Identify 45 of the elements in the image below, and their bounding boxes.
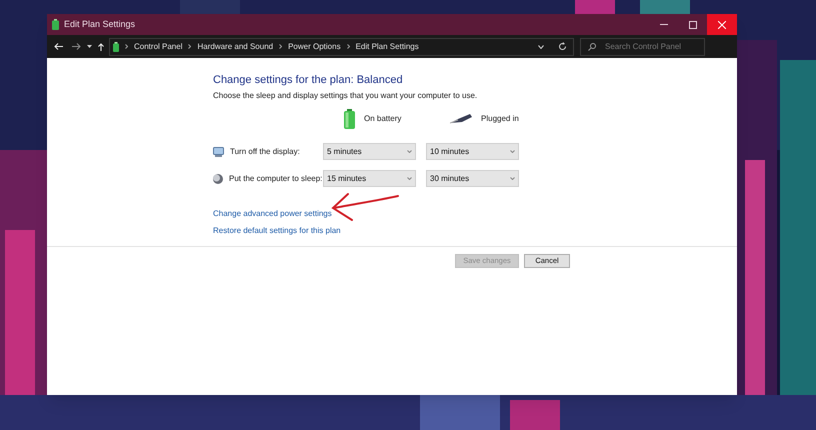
description: Choose the sleep and display settings that you want your computer to use. <box>213 91 478 101</box>
chevron-right-icon <box>346 44 350 49</box>
search-field[interactable]: Search Control Panel <box>580 38 705 56</box>
forward-icon[interactable] <box>72 43 81 50</box>
chevron-right-icon <box>125 44 128 49</box>
setting-label: Turn off the display: <box>230 146 300 158</box>
breadcrumb[interactable]: Control Panel <box>134 40 182 52</box>
dropdown-icon[interactable] <box>87 45 92 48</box>
chevron-down-icon <box>510 150 515 153</box>
heading: Change settings for the plan: Balanced <box>213 73 404 87</box>
refresh-icon[interactable] <box>558 42 567 51</box>
chevron-right-icon <box>188 44 192 49</box>
chevron-down-icon[interactable] <box>538 44 544 48</box>
column-label: On battery <box>364 113 402 125</box>
arrow-drawing <box>330 192 399 222</box>
address-field[interactable]: Control Panel Hardware and Sound Power Options Edit Plan Settings <box>109 38 574 56</box>
battery-icon <box>344 109 355 129</box>
chevron-down-icon <box>407 177 412 180</box>
chevron-right-icon <box>279 44 282 49</box>
back-icon[interactable] <box>54 43 63 50</box>
breadcrumb[interactable]: Power Options <box>288 40 341 52</box>
close-button[interactable] <box>707 14 737 35</box>
battery-icon <box>113 42 119 52</box>
minimize-icon <box>660 24 668 25</box>
monitor-icon <box>213 146 224 156</box>
moon-icon <box>213 174 223 184</box>
breadcrumb[interactable]: Edit Plan Settings <box>356 40 419 52</box>
window-title: Edit Plan Settings <box>64 18 136 31</box>
maximize-icon <box>689 20 697 28</box>
setting-label: Put the computer to sleep: <box>229 172 322 184</box>
dropdown[interactable]: 30 minutes <box>426 170 519 187</box>
link[interactable]: Change advanced power settings <box>213 209 332 219</box>
column-label: Plugged in <box>481 113 519 125</box>
up-icon[interactable] <box>98 42 104 50</box>
dropdown[interactable]: 15 minutes <box>323 170 416 187</box>
chevron-down-icon <box>407 150 412 153</box>
breadcrumb[interactable]: Hardware and Sound <box>197 40 274 52</box>
search-icon <box>588 42 596 50</box>
link[interactable]: Restore default settings for this plan <box>213 226 341 236</box>
close-icon <box>718 20 726 28</box>
dropdown[interactable]: 5 minutes <box>323 143 416 160</box>
chevron-down-icon <box>510 177 515 180</box>
battery-icon <box>52 19 59 30</box>
plug-icon <box>450 114 472 124</box>
dropdown[interactable]: 10 minutes <box>426 143 519 160</box>
